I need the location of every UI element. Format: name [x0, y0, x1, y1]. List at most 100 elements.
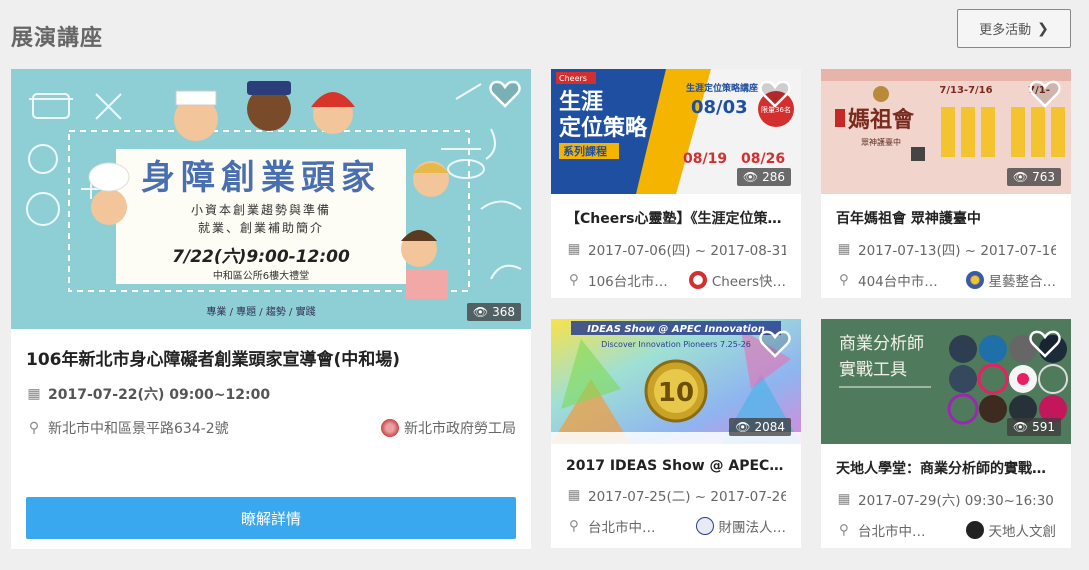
organizer[interactable]: Cheers快…: [688, 270, 786, 290]
event-title[interactable]: 2017 IDEAS Show @ APEC Inn…: [566, 458, 786, 474]
poster-headline2: 定位策略: [559, 115, 648, 141]
poster-headline: IDEAS Show @ APEC Innovation: [587, 324, 765, 335]
map-pin-icon: ⚲: [839, 522, 849, 538]
organizer-name: 新北市政府勞工局: [404, 421, 516, 437]
poster-headline1: 商業分析師: [839, 334, 924, 354]
poster-d1: 7/13-7/16: [939, 85, 992, 96]
poster-footer: 專業 / 專題 / 趨勢 / 實踐: [206, 305, 315, 318]
calendar-icon: ▦: [837, 241, 851, 257]
poster-line2: 就業、創業補助簡介: [198, 220, 324, 235]
view-count-badge: 👁 368: [466, 303, 521, 321]
poster-headline2: 實戰工具: [839, 360, 907, 380]
featured-event-location-row: ⚲ 新北市中和區景平路634-2號 新北市政府勞工局: [26, 418, 516, 438]
event-title[interactable]: 百年媽祖會 眾神護臺中: [836, 208, 1056, 228]
eye-icon: 👁: [735, 420, 751, 434]
map-pin-icon: ⚲: [28, 420, 40, 436]
event-card[interactable]: 媽祖會 眾神護臺中 7/13-7/16 7/1- 👁 763 百年媽祖會 眾神護…: [821, 69, 1071, 298]
view-count: 591: [1032, 420, 1055, 434]
featured-event-date: ▦ 2017-07-22(六) 09:00~12:00: [26, 384, 516, 404]
eye-icon: 👁: [742, 170, 759, 184]
organizer[interactable]: 天地人文創: [965, 520, 1057, 540]
poster-sub: 眾神護臺中: [861, 137, 901, 147]
view-count-badge: 👁 763: [1006, 168, 1061, 186]
view-count-badge: 👁 286: [736, 168, 791, 186]
poster-date2: 08/19: [683, 151, 727, 167]
organizer-name: Cheers快…: [711, 274, 786, 290]
event-date-text: 2017-07-25(二) ~ 2017-07-26…: [588, 489, 786, 505]
poster-date1: 08/03: [691, 97, 748, 118]
eye-icon: 👁: [1012, 170, 1029, 184]
event-card[interactable]: 商業分析師 實戰工具 👁 591 天地人學堂：商業分析師的實戰… ▦ 2017-…: [821, 319, 1071, 548]
event-image[interactable]: Cheers 生涯 定位策略 系列課程 生涯定位策略講座 08/03 08/19…: [551, 69, 801, 194]
featured-event-title[interactable]: 106年新北市身心障礙者創業頭家宣導會(中和場): [26, 345, 516, 370]
organizer-logo: [965, 521, 984, 539]
view-count-badge: 👁 591: [1006, 418, 1061, 436]
view-count: 286: [762, 170, 785, 184]
event-card[interactable]: Cheers 生涯 定位策略 系列課程 生涯定位策略講座 08/03 08/19…: [551, 69, 801, 298]
event-title[interactable]: 【Cheers心靈塾】《生涯定位策…: [566, 208, 786, 228]
event-date-row: ▦ 2017-07-29(六) 09:30~16:30: [836, 489, 1056, 509]
section-title: 展演講座: [11, 26, 104, 51]
organizer-logo: [688, 271, 707, 289]
featured-event-image[interactable]: 身障創業頭家 小資本創業趨勢與準備 就業、創業補助簡介 7/22(六)9:00-…: [11, 69, 531, 329]
calendar-icon: ▦: [567, 487, 581, 503]
event-image[interactable]: 商業分析師 實戰工具 👁 591: [821, 319, 1071, 444]
favorite-heart-icon[interactable]: [759, 329, 791, 359]
view-count: 368: [492, 305, 515, 319]
organizer[interactable]: 星藝整合…: [965, 270, 1057, 290]
event-date-text: 2017-07-13(四) ~ 2017-07-16…: [858, 243, 1056, 259]
favorite-heart-icon[interactable]: [1029, 329, 1061, 359]
organizer-name: 天地人文創: [988, 524, 1057, 540]
favorite-heart-icon[interactable]: [489, 79, 521, 109]
poster-date3: 08/26: [741, 151, 785, 167]
event-date-text: 2017-07-06(四) ~ 2017-08-31…: [588, 243, 786, 259]
view-count: 763: [1032, 170, 1055, 184]
event-location-row: ⚲ 台北市中… 天地人文創: [836, 520, 1056, 540]
calendar-icon: ▦: [567, 241, 581, 257]
event-title[interactable]: 天地人學堂：商業分析師的實戰…: [836, 458, 1056, 478]
event-location-row: ⚲ 106台北市… Cheers快…: [566, 270, 786, 290]
organizer[interactable]: 財團法人…: [695, 516, 787, 536]
poster-badge: 10: [658, 378, 694, 408]
event-location: 404台中市…: [858, 274, 938, 290]
event-date-row: ▦ 2017-07-13(四) ~ 2017-07-16…: [836, 239, 1056, 259]
poster-line1: 小資本創業趨勢與準備: [191, 202, 331, 217]
organizer-name: 財團法人…: [718, 520, 787, 536]
calendar-icon: ▦: [27, 386, 41, 402]
organizer-logo: [965, 271, 984, 289]
organizer-name: 星藝整合…: [988, 274, 1057, 290]
event-date-row: ▦ 2017-07-25(二) ~ 2017-07-26…: [566, 485, 786, 505]
more-events-label: 更多活動: [979, 23, 1032, 38]
organizer[interactable]: 新北市政府勞工局: [381, 418, 516, 438]
view-count: 2084: [754, 420, 785, 434]
event-card[interactable]: IDEAS Show @ APEC Innovation Discover In…: [551, 319, 801, 548]
poster-time: 7/22(六)9:00-12:00: [172, 247, 350, 267]
poster-headline: 媽祖會: [848, 107, 915, 133]
organizer-logo: [381, 419, 399, 437]
event-location-row: ⚲ 台北市中… 財團法人…: [566, 516, 786, 536]
poster-headline: 身障創業頭家: [141, 158, 381, 198]
event-location: 106台北市…: [588, 274, 668, 290]
map-pin-icon: ⚲: [839, 272, 849, 288]
view-count-badge: 👁 2084: [729, 418, 791, 436]
poster-venue: 中和區公所6樓大禮堂: [213, 269, 309, 282]
map-pin-icon: ⚲: [569, 518, 579, 534]
eye-icon: 👁: [472, 305, 489, 319]
event-date-row: ▦ 2017-07-06(四) ~ 2017-08-31…: [566, 239, 786, 259]
event-location: 台北市中…: [588, 520, 656, 536]
more-events-button[interactable]: 更多活動 ❯: [957, 9, 1071, 48]
favorite-heart-icon[interactable]: [759, 79, 791, 109]
favorite-heart-icon[interactable]: [1029, 79, 1061, 109]
event-location-row: ⚲ 404台中市… 星藝整合…: [836, 270, 1056, 290]
poster-headline1: 生涯: [559, 90, 603, 115]
poster-brand: Cheers: [559, 74, 587, 83]
learn-more-button[interactable]: 瞭解詳情: [26, 497, 516, 539]
event-location: 新北市中和區景平路634-2號: [48, 421, 229, 437]
event-date-text: 2017-07-22(六) 09:00~12:00: [48, 387, 271, 403]
chevron-right-icon: ❯: [1037, 20, 1049, 37]
organizer-logo: [695, 517, 714, 535]
event-image[interactable]: 媽祖會 眾神護臺中 7/13-7/16 7/1- 👁 763: [821, 69, 1071, 194]
featured-event-card[interactable]: 身障創業頭家 小資本創業趨勢與準備 就業、創業補助簡介 7/22(六)9:00-…: [11, 69, 531, 549]
event-image[interactable]: IDEAS Show @ APEC Innovation Discover In…: [551, 319, 801, 444]
event-date-text: 2017-07-29(六) 09:30~16:30: [858, 493, 1054, 509]
